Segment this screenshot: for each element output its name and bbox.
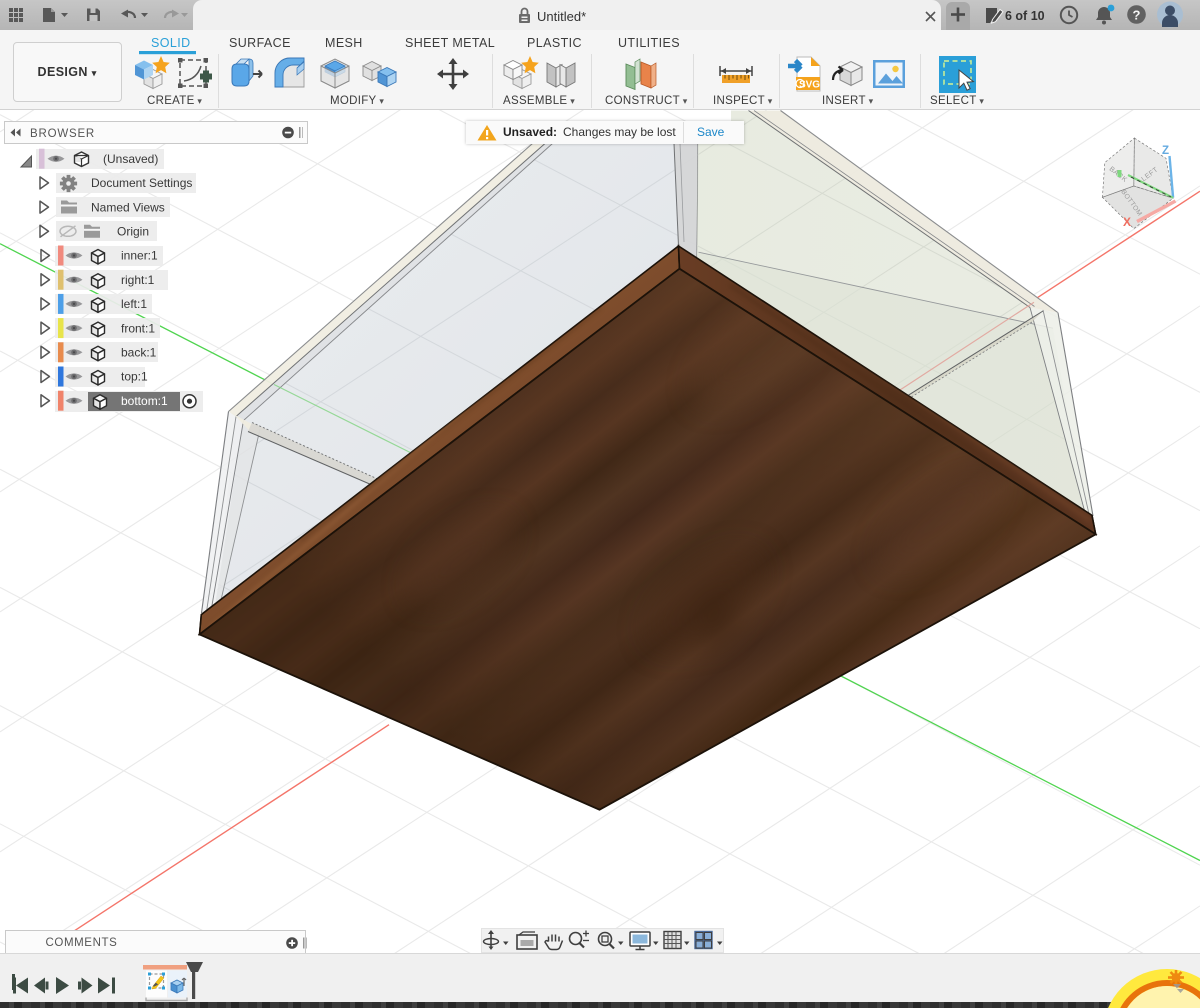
svg-text:Named Views: Named Views — [91, 200, 165, 214]
svg-text:X: X — [1123, 215, 1131, 229]
svg-text:right:1: right:1 — [121, 273, 155, 287]
svg-text:SVG: SVG — [799, 80, 820, 91]
svg-text:(Unsaved): (Unsaved) — [103, 152, 158, 166]
svg-text:back:1: back:1 — [121, 346, 157, 360]
svg-text:?: ? — [1133, 8, 1141, 23]
svg-text:left:1: left:1 — [121, 297, 147, 311]
svg-text:Untitled*: Untitled* — [537, 9, 586, 24]
svg-text:Origin: Origin — [117, 225, 149, 239]
svg-text:top:1: top:1 — [121, 370, 148, 384]
svg-text:bottom:1: bottom:1 — [121, 394, 168, 408]
svg-text:front:1: front:1 — [121, 321, 155, 335]
svg-text:Z: Z — [1162, 145, 1169, 157]
svg-text:Document Settings: Document Settings — [91, 176, 192, 190]
svg-text:inner:1: inner:1 — [121, 249, 158, 263]
svg-text:BROWSER: BROWSER — [30, 128, 95, 140]
svg-text:6 of 10: 6 of 10 — [1005, 9, 1045, 23]
